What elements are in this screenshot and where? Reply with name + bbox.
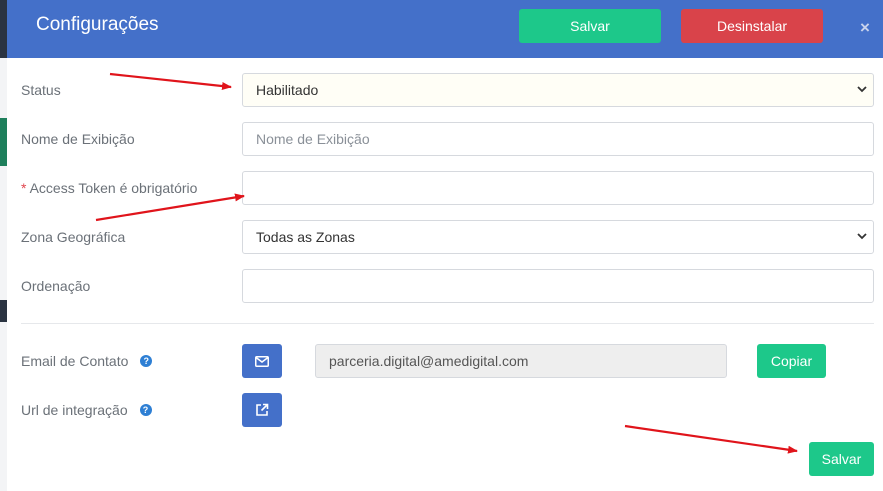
chevron-down-icon [857,86,867,93]
bg-dark-block-2 [0,300,7,322]
external-link-icon [256,403,269,416]
zone-label: Zona Geográfica [21,229,126,245]
integration-url-button[interactable] [242,393,282,427]
display-name-placeholder: Nome de Exibição [256,131,370,147]
email-contact-label: Email de Contato ? [21,353,153,369]
status-selected-value: Habilitado [256,82,319,98]
help-icon[interactable]: ? [140,355,153,368]
save-button-bottom[interactable]: Salvar [809,442,874,476]
chevron-down-icon [857,233,867,240]
close-icon[interactable]: × [860,18,870,38]
email-contact-label-text: Email de Contato [21,353,129,369]
email-button[interactable] [242,344,282,378]
order-label: Ordenação [21,278,91,294]
arrow-to-status [109,72,232,91]
settings-modal-screen: Configurações Salvar Desinstalar × Statu… [0,0,883,491]
bg-dark-block [0,0,7,58]
status-select[interactable]: Habilitado [242,73,874,107]
section-divider [21,323,874,324]
access-token-input[interactable] [242,171,874,205]
integration-url-label-text: Url de integração [21,402,128,418]
email-value: parceria.digital@amedigital.com [329,353,529,369]
copy-button[interactable]: Copiar [757,344,826,378]
envelope-icon [255,355,269,367]
status-label: Status [21,82,61,98]
arrow-to-access-token [95,193,245,222]
bg-green-block [0,118,7,166]
zone-selected-value: Todas as Zonas [256,229,355,245]
background-page-strip [0,0,7,491]
order-input[interactable] [242,269,874,303]
help-icon[interactable]: ? [139,404,152,417]
access-token-label: * Access Token é obrigatório [21,180,197,196]
display-name-label: Nome de Exibição [21,131,135,147]
integration-url-label: Url de integração ? [21,402,152,418]
required-mark: * [21,180,27,196]
display-name-input[interactable]: Nome de Exibição [242,122,874,156]
access-token-label-text: Access Token é obrigatório [29,180,198,196]
email-readonly-field[interactable]: parceria.digital@amedigital.com [315,344,727,378]
modal-title: Configurações [36,14,159,35]
save-button-top[interactable]: Salvar [519,9,661,43]
uninstall-button[interactable]: Desinstalar [681,9,823,43]
arrow-to-save-bottom [624,424,798,454]
zone-select[interactable]: Todas as Zonas [242,220,874,254]
